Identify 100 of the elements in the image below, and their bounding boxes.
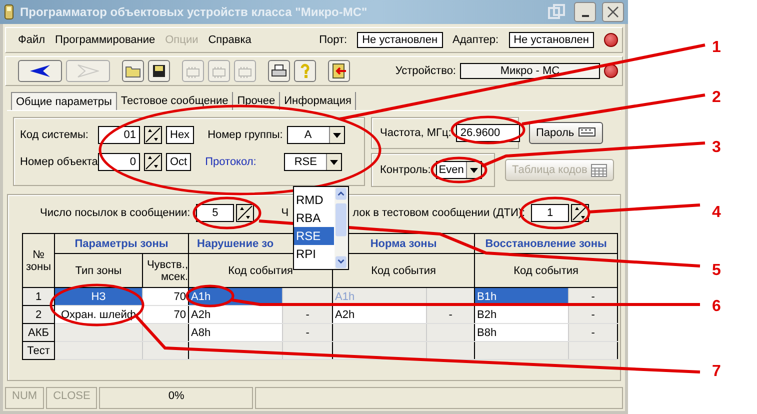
dropdown-option[interactable]: RBA — [294, 209, 334, 227]
table-cell[interactable]: A2h — [332, 306, 427, 324]
field-label: Номер группы: — [208, 129, 283, 141]
frequency-field[interactable]: 26.9600 — [456, 124, 520, 142]
adapter-field: Не установлен — [508, 32, 594, 48]
callout-number: 7 — [712, 363, 721, 380]
row-number-cell: Тест — [22, 342, 54, 360]
table-cell[interactable]: B8h — [474, 324, 569, 342]
scrollbar[interactable] — [334, 187, 348, 269]
table-cell[interactable]: - — [426, 306, 475, 324]
packets-field[interactable]: 5 — [196, 204, 234, 222]
toolbar-button[interactable] — [18, 60, 62, 82]
question-mark-icon — [299, 63, 311, 79]
column-header: Тип зоны — [54, 254, 142, 288]
menu-item[interactable]: Файл — [18, 34, 46, 46]
table-cell[interactable] — [54, 324, 142, 342]
base-button[interactable]: Oct — [166, 153, 192, 171]
row-number-cell: 2 — [22, 306, 54, 324]
exit-door-icon — [331, 63, 347, 79]
system-code-field[interactable]: 01 — [98, 126, 140, 144]
column-header: № зоны — [22, 234, 54, 288]
spin-arrows-icon[interactable] — [144, 153, 162, 171]
dropdown-option[interactable]: RMD — [294, 191, 334, 209]
field-label: Частота, МГц: — [380, 127, 452, 139]
toolbar-button[interactable] — [328, 60, 350, 82]
row-number-cell: АКБ — [22, 324, 54, 342]
minimize-icon — [582, 15, 588, 17]
table-cell[interactable]: 70 — [142, 288, 189, 306]
port-label: Порт: — [319, 34, 348, 46]
table-cell[interactable]: B2h — [474, 306, 569, 324]
spin-arrows-icon[interactable] — [144, 126, 162, 144]
column-header: Чувств., мсек. — [142, 254, 189, 288]
table-cell[interactable] — [332, 324, 427, 342]
callout-number: 5 — [712, 262, 721, 279]
column-group-header: Восстановление зоны — [474, 234, 618, 254]
toolbar-button[interactable] — [148, 60, 170, 82]
device-field: Микро - МС — [460, 63, 600, 79]
field-label: Код системы: — [20, 129, 90, 141]
port-field: Не установлен — [357, 32, 443, 48]
keyboard-icon — [578, 127, 596, 139]
column-header: Код события — [474, 254, 618, 288]
table-cell[interactable]: - — [282, 306, 333, 324]
printer-icon — [271, 64, 287, 78]
table-cell[interactable] — [474, 342, 569, 360]
field-label: Протокол: — [205, 156, 258, 168]
caret-icon — [326, 154, 342, 170]
callout-number: 4 — [712, 204, 721, 221]
chip-icon — [185, 64, 201, 78]
control-dropdown[interactable]: Even — [436, 161, 482, 179]
status-panel: NUM — [5, 387, 44, 409]
base-button[interactable]: Hex — [166, 126, 194, 144]
column-header: Код события — [332, 254, 475, 288]
tab[interactable]: Общие параметры — [11, 92, 117, 110]
folder-icon — [125, 64, 141, 78]
field-label: Число посылок в сообщении: — [40, 207, 190, 219]
table-cell[interactable]: - — [568, 324, 618, 342]
group-number-dropdown[interactable]: A — [286, 126, 345, 144]
spin-arrows-icon[interactable] — [236, 204, 254, 222]
table-cell[interactable] — [426, 324, 475, 342]
dropdown-option[interactable]: RSE — [294, 227, 334, 245]
password-button[interactable]: Пароль — [529, 122, 604, 144]
caret-icon — [328, 127, 344, 143]
status-panel: CLOSE — [46, 387, 98, 409]
close-button[interactable] — [602, 2, 624, 22]
menu-item[interactable]: Справка — [208, 34, 252, 46]
status-led — [604, 33, 618, 47]
field-label: Контроль: — [380, 164, 431, 176]
table-cell[interactable]: - — [568, 306, 618, 324]
toolbar-button[interactable] — [268, 60, 290, 82]
device-label: Устройство: — [395, 65, 456, 77]
caret-icon — [466, 162, 481, 178]
field-label: Ч — [281, 207, 289, 219]
minimize-button[interactable] — [574, 2, 596, 22]
menu-item[interactable]: Программирование — [55, 34, 156, 46]
row-number-cell: 1 — [22, 288, 54, 306]
adapter-label: Адаптер: — [452, 34, 499, 46]
back-arrow-icon — [29, 64, 51, 78]
column-group-header: Параметры зоны — [54, 234, 189, 254]
table-cell[interactable]: - — [282, 324, 333, 342]
forward-arrow-icon — [77, 64, 99, 78]
chip-icon — [211, 64, 227, 78]
callout-number: 1 — [712, 39, 721, 56]
callout-number: 2 — [712, 89, 721, 106]
table-cell[interactable] — [426, 342, 475, 360]
status-panel: 0% — [99, 387, 254, 409]
table-cell[interactable]: A2h — [188, 306, 283, 324]
chip-icon — [237, 64, 253, 78]
callout-number: 6 — [712, 298, 721, 315]
table-cell[interactable]: 70 — [142, 306, 189, 324]
protocol-dropdown[interactable]: RSE — [284, 153, 342, 171]
table-cell[interactable]: A8h — [188, 324, 283, 342]
table-grid-icon — [591, 164, 608, 176]
callout-number: 3 — [712, 139, 721, 156]
close-icon — [607, 6, 619, 18]
app-icon — [4, 4, 14, 20]
window-title: Программатор объектовых устройств класса "Микро-МС" — [20, 5, 368, 19]
object-number-field[interactable]: 0 — [98, 153, 140, 171]
test-packets-field[interactable]: 1 — [531, 204, 570, 222]
table-cell[interactable] — [54, 342, 142, 360]
table-cell[interactable] — [568, 342, 618, 360]
